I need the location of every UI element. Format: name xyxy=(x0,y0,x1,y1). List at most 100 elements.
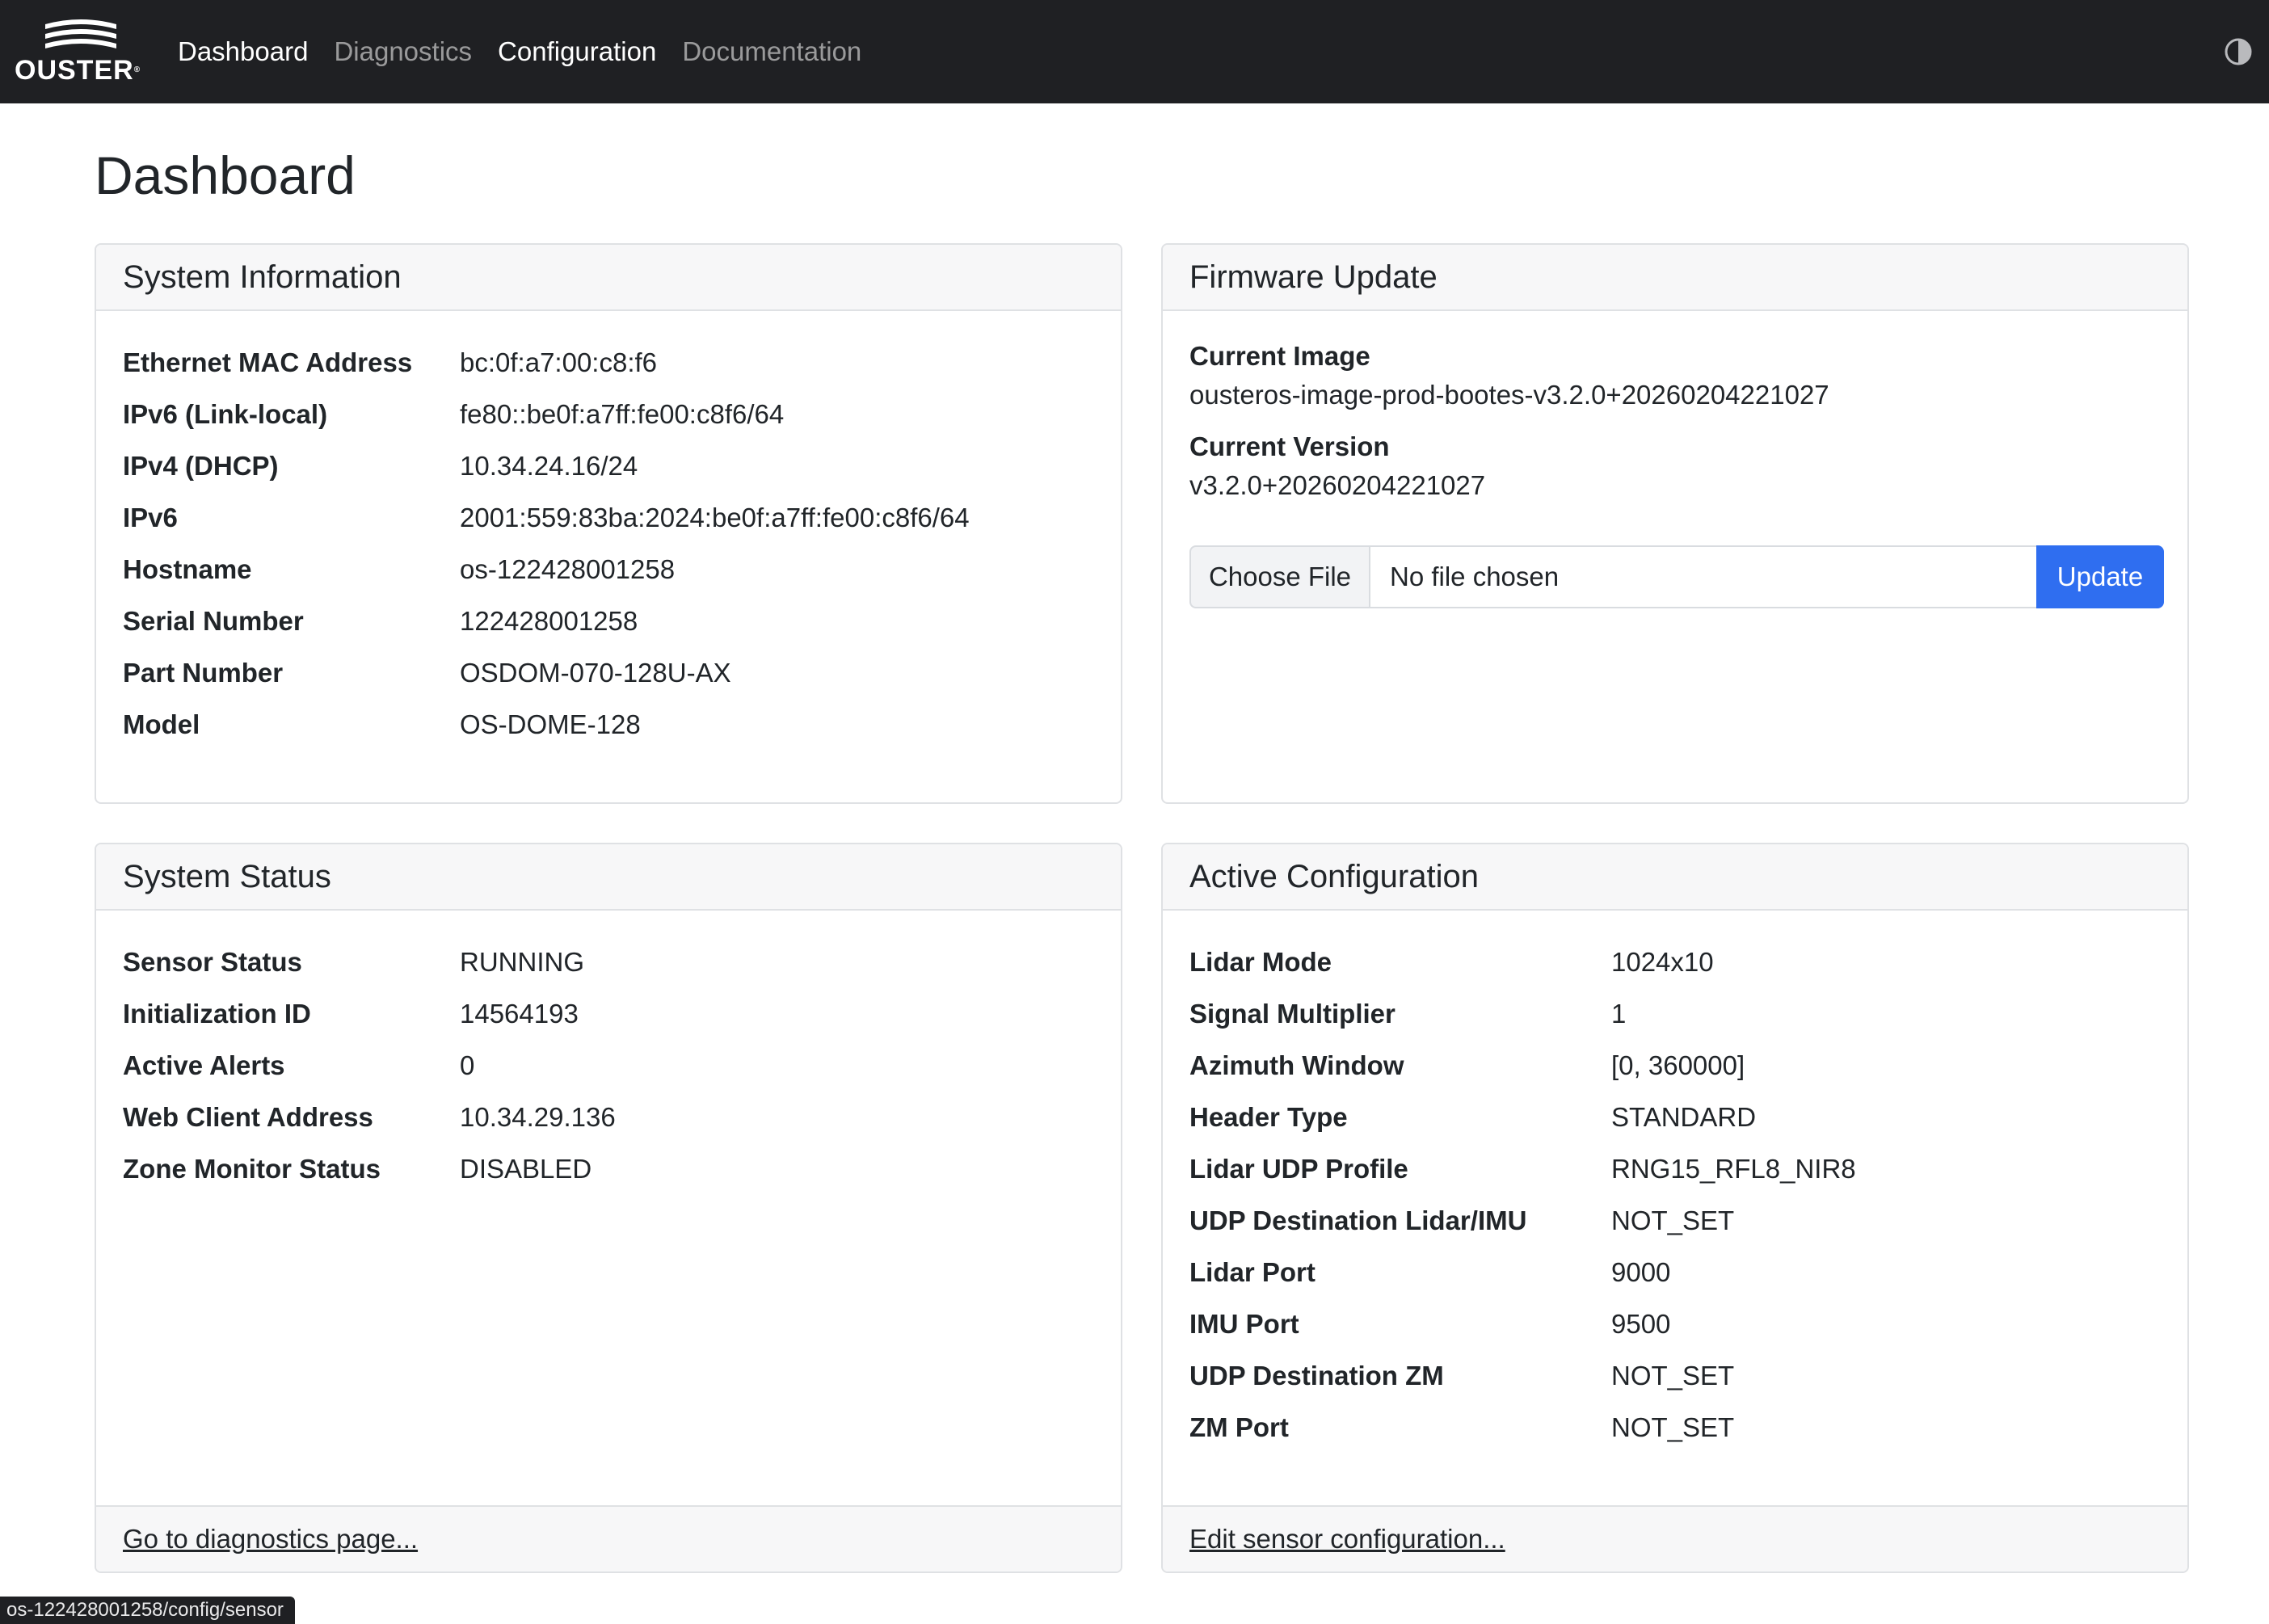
status-row-active-alerts: Active Alerts 0 xyxy=(123,1040,1094,1092)
active-alerts-value: 0 xyxy=(460,1050,475,1080)
sysinfo-row-part-number: Part Number OSDOM-070-128U-AX xyxy=(123,647,1094,699)
config-row-udp-dest-lidar-imu: UDP Destination Lidar/IMU NOT_SET xyxy=(1189,1195,2161,1247)
system-information-card: System Information Ethernet MAC Address … xyxy=(95,243,1122,804)
udp-destination-lidar-imu-value: NOT_SET xyxy=(1611,1205,1735,1235)
diagnostics-page-link[interactable]: Go to diagnostics page... xyxy=(123,1524,418,1555)
serial-number-value: 122428001258 xyxy=(460,606,638,636)
zone-monitor-status-value: DISABLED xyxy=(460,1154,592,1184)
sysinfo-row-serial: Serial Number 122428001258 xyxy=(123,595,1094,647)
nav-documentation[interactable]: Documentation xyxy=(682,36,861,67)
current-version-label: Current Version xyxy=(1189,431,1390,461)
firmware-update-card: Firmware Update Current Image ousteros-i… xyxy=(1161,243,2189,804)
udp-destination-lidar-imu-label: UDP Destination Lidar/IMU xyxy=(1189,1205,1527,1235)
top-navbar: OUSTER® Dashboard Diagnostics Configurat… xyxy=(0,0,2269,103)
initialization-id-value: 14564193 xyxy=(460,999,579,1029)
file-name-field[interactable]: No file chosen xyxy=(1369,545,2036,608)
zone-monitor-status-label: Zone Monitor Status xyxy=(123,1154,381,1184)
nav-diagnostics[interactable]: Diagnostics xyxy=(334,36,472,67)
ipv4-label: IPv4 (DHCP) xyxy=(123,451,279,481)
header-type-label: Header Type xyxy=(1189,1102,1348,1132)
ouster-logo[interactable]: OUSTER® xyxy=(15,15,141,89)
active-configuration-footer: Edit sensor configuration... xyxy=(1163,1505,2187,1571)
part-number-label: Part Number xyxy=(123,658,284,688)
model-label: Model xyxy=(123,709,200,739)
signal-multiplier-label: Signal Multiplier xyxy=(1189,999,1395,1029)
lidar-port-label: Lidar Port xyxy=(1189,1257,1316,1287)
udp-destination-zm-label: UDP Destination ZM xyxy=(1189,1361,1444,1390)
hostname-value: os-122428001258 xyxy=(460,554,676,584)
ouster-logo-icon xyxy=(45,19,116,48)
firmware-upload-form: Choose File No file chosen Update xyxy=(1189,545,2164,608)
model-value: OS-DOME-128 xyxy=(460,709,641,739)
status-row-sensor-status: Sensor Status RUNNING xyxy=(123,936,1094,988)
sysinfo-row-mac: Ethernet MAC Address bc:0f:a7:00:c8:f6 xyxy=(123,337,1094,389)
nav-configuration[interactable]: Configuration xyxy=(498,36,656,67)
system-status-header: System Status xyxy=(96,844,1121,911)
system-information-header: System Information xyxy=(96,245,1121,311)
signal-multiplier-value: 1 xyxy=(1611,999,1627,1029)
current-image-label: Current Image xyxy=(1189,341,1370,371)
link-url-status-bar: os-122428001258/config/sensor xyxy=(0,1597,295,1624)
azimuth-window-value: [0, 360000] xyxy=(1611,1050,1745,1080)
config-row-lidar-udp-profile: Lidar UDP Profile RNG15_RFL8_NIR8 xyxy=(1189,1143,2161,1195)
status-row-web-client: Web Client Address 10.34.29.136 xyxy=(123,1092,1094,1143)
zm-port-label: ZM Port xyxy=(1189,1412,1289,1442)
lidar-port-value: 9000 xyxy=(1611,1257,1671,1287)
active-alerts-label: Active Alerts xyxy=(123,1050,285,1080)
lidar-udp-profile-value: RNG15_RFL8_NIR8 xyxy=(1611,1154,1856,1184)
config-row-lidar-port: Lidar Port 9000 xyxy=(1189,1247,2161,1298)
mac-value: bc:0f:a7:00:c8:f6 xyxy=(460,347,658,377)
sysinfo-row-hostname: Hostname os-122428001258 xyxy=(123,544,1094,595)
ipv6-label: IPv6 xyxy=(123,503,178,532)
page-title: Dashboard xyxy=(95,145,356,205)
lidar-mode-label: Lidar Mode xyxy=(1189,947,1332,977)
udp-destination-zm-value: NOT_SET xyxy=(1611,1361,1735,1390)
config-row-zm-port: ZM Port NOT_SET xyxy=(1189,1402,2161,1454)
web-client-address-label: Web Client Address xyxy=(123,1102,373,1132)
config-row-header-type: Header Type STANDARD xyxy=(1189,1092,2161,1143)
serial-number-label: Serial Number xyxy=(123,606,304,636)
update-button[interactable]: Update xyxy=(2036,545,2164,608)
hostname-label: Hostname xyxy=(123,554,252,584)
contrast-half-circle-icon[interactable] xyxy=(2224,37,2253,66)
status-row-init-id: Initialization ID 14564193 xyxy=(123,988,1094,1040)
part-number-value: OSDOM-070-128U-AX xyxy=(460,658,731,688)
system-status-card: System Status Sensor Status RUNNING Init… xyxy=(95,843,1122,1573)
brand-wordmark: OUSTER® xyxy=(15,55,141,86)
web-client-address-value: 10.34.29.136 xyxy=(460,1102,616,1132)
zm-port-value: NOT_SET xyxy=(1611,1412,1735,1442)
current-image-value: ousteros-image-prod-bootes-v3.2.0+202602… xyxy=(1189,380,1829,410)
current-version-value: v3.2.0+20260204221027 xyxy=(1189,470,1486,500)
mac-label: Ethernet MAC Address xyxy=(123,347,413,377)
nav-dashboard[interactable]: Dashboard xyxy=(178,36,308,67)
lidar-mode-value: 1024x10 xyxy=(1611,947,1714,977)
sensor-status-label: Sensor Status xyxy=(123,947,302,977)
lidar-udp-profile-label: Lidar UDP Profile xyxy=(1189,1154,1408,1184)
header-type-value: STANDARD xyxy=(1611,1102,1757,1132)
ipv6-link-local-value: fe80::be0f:a7ff:fe00:c8f6/64 xyxy=(460,399,785,429)
config-row-imu-port: IMU Port 9500 xyxy=(1189,1298,2161,1350)
sysinfo-row-model: Model OS-DOME-128 xyxy=(123,699,1094,751)
config-row-azimuth-window: Azimuth Window [0, 360000] xyxy=(1189,1040,2161,1092)
active-configuration-card: Active Configuration Lidar Mode 1024x10 … xyxy=(1161,843,2189,1573)
azimuth-window-label: Azimuth Window xyxy=(1189,1050,1404,1080)
imu-port-value: 9500 xyxy=(1611,1309,1671,1339)
initialization-id-label: Initialization ID xyxy=(123,999,311,1029)
ipv6-link-local-label: IPv6 (Link-local) xyxy=(123,399,328,429)
nav-links: Dashboard Diagnostics Configuration Docu… xyxy=(178,0,887,103)
sysinfo-row-ipv6-link-local: IPv6 (Link-local) fe80::be0f:a7ff:fe00:c… xyxy=(123,389,1094,440)
sysinfo-row-ipv4: IPv4 (DHCP) 10.34.24.16/24 xyxy=(123,440,1094,492)
firmware-update-header: Firmware Update xyxy=(1163,245,2187,311)
sensor-status-value: RUNNING xyxy=(460,947,584,977)
config-row-signal-multiplier: Signal Multiplier 1 xyxy=(1189,988,2161,1040)
config-row-udp-dest-zm: UDP Destination ZM NOT_SET xyxy=(1189,1350,2161,1402)
imu-port-label: IMU Port xyxy=(1189,1309,1299,1339)
active-configuration-header: Active Configuration xyxy=(1163,844,2187,911)
system-status-footer: Go to diagnostics page... xyxy=(96,1505,1121,1571)
choose-file-button[interactable]: Choose File xyxy=(1189,545,1369,608)
status-row-zone-monitor: Zone Monitor Status DISABLED xyxy=(123,1143,1094,1195)
sysinfo-row-ipv6: IPv6 2001:559:83ba:2024:be0f:a7ff:fe00:c… xyxy=(123,492,1094,544)
ipv4-value: 10.34.24.16/24 xyxy=(460,451,638,481)
edit-sensor-configuration-link[interactable]: Edit sensor configuration... xyxy=(1189,1524,1505,1555)
ipv6-value: 2001:559:83ba:2024:be0f:a7ff:fe00:c8f6/6… xyxy=(460,503,970,532)
